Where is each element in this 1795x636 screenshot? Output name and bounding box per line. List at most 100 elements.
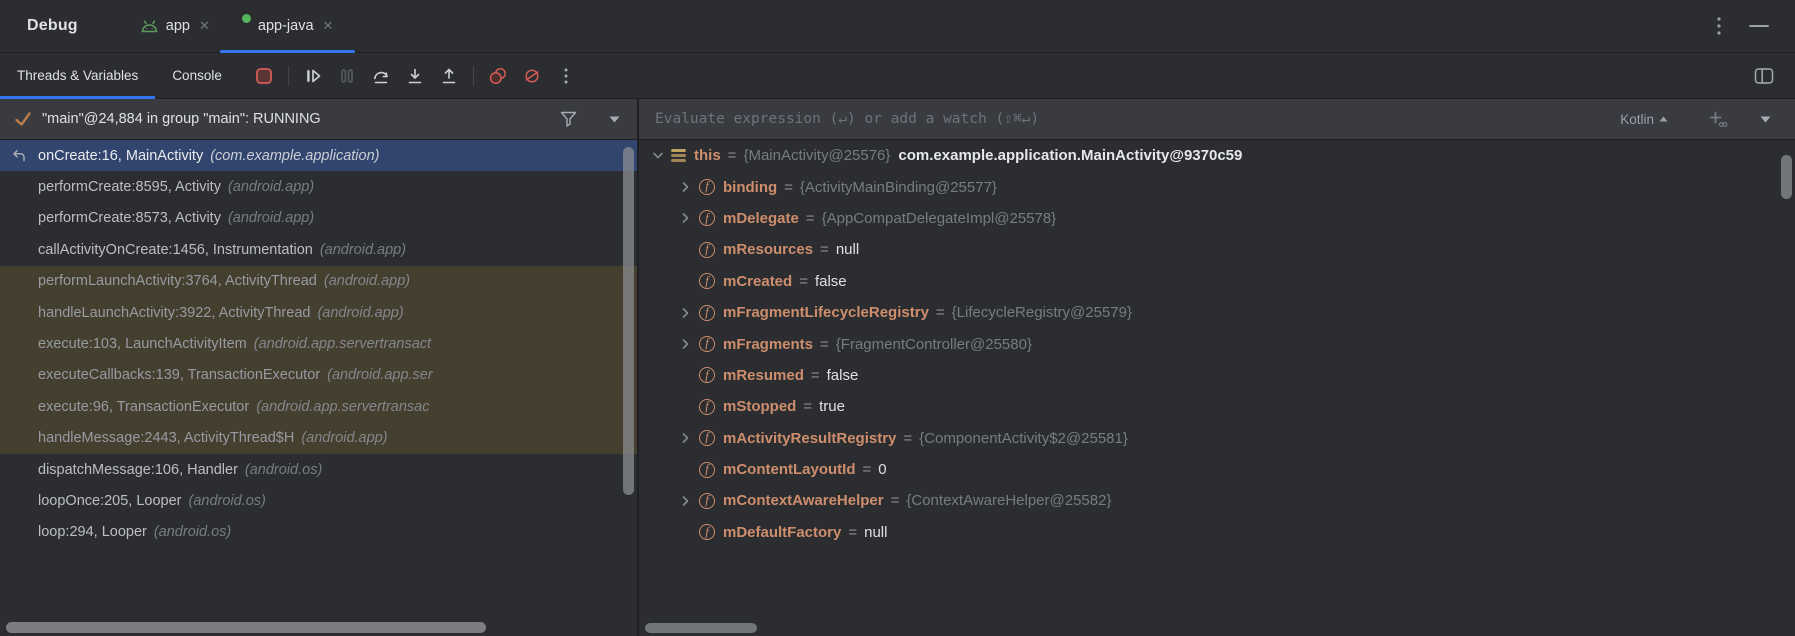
variable-row[interactable]: f mCreated = false [639,266,1795,297]
variable-row[interactable]: f mResumed = false [639,360,1795,391]
step-over-button[interactable] [371,66,391,86]
equals-sign: = [806,210,815,227]
variable-name: this [694,147,721,164]
chevron-icon[interactable] [677,275,694,287]
variable-name: mDelegate [723,210,799,227]
chevron-icon[interactable] [677,526,694,538]
frame-package: (android.app.servertransact [254,336,431,352]
stack-frame-row[interactable]: executeCallbacks:139, TransactionExecuto… [0,360,637,391]
variable-row[interactable]: f mStopped = true [639,391,1795,422]
chevron-icon[interactable] [677,181,694,193]
layout-settings-icon[interactable] [1754,66,1774,86]
tab-threads-variables[interactable]: Threads & Variables [0,53,155,98]
evaluate-expression-bar[interactable]: Evaluate expression (↵) or add a watch (… [639,99,1795,140]
view-breakpoints-button[interactable] [488,66,508,86]
frame-method: callActivityOnCreate:1456, Instrumentati… [38,242,313,258]
resume-button[interactable] [303,66,323,86]
field-icon: f [699,493,715,509]
stack-frame-row[interactable]: handleMessage:2443, ActivityThread$H (an… [0,423,637,454]
equals-sign: = [903,430,912,447]
mute-breakpoints-button[interactable] [522,66,542,86]
stack-frame-row[interactable]: execute:96, TransactionExecutor (android… [0,391,637,422]
chevron-icon[interactable] [677,495,694,507]
variable-row[interactable]: f mDelegate = {AppCompatDelegateImpl@255… [639,203,1795,234]
chevron-down-icon[interactable] [609,116,620,123]
variable-value: false [815,273,847,290]
stack-frame-row[interactable]: performCreate:8573, Activity (android.ap… [0,203,637,234]
language-selector[interactable]: Kotlin [1620,112,1654,127]
step-into-button[interactable] [405,66,425,86]
variable-name: mFragments [723,336,813,353]
variable-row[interactable]: f mContextAwareHelper = {ContextAwareHel… [639,485,1795,516]
frame-method: handleLaunchActivity:3922, ActivityThrea… [38,305,310,321]
add-watch-icon[interactable] [1708,110,1728,128]
toolbar-divider [473,66,474,86]
stack-frames-list: onCreate:16, MainActivity (com.example.a… [0,140,637,548]
variable-row[interactable]: f mContentLayoutId = 0 [639,454,1795,485]
equals-sign: = [811,367,820,384]
stack-frame-row[interactable]: performCreate:8595, Activity (android.ap… [0,171,637,202]
pause-button[interactable] [337,66,357,86]
horizontal-scrollbar[interactable] [645,623,757,633]
equals-sign: = [863,461,872,478]
thread-selector[interactable]: "main"@24,884 in group "main": RUNNING [0,99,637,140]
evaluate-bar-actions: Kotlin [1620,110,1771,128]
close-icon[interactable]: ✕ [199,18,210,34]
chevron-icon[interactable] [677,464,694,476]
tab-label: Threads & Variables [17,68,138,83]
variable-row[interactable]: f mResources = null [639,234,1795,265]
filter-icon[interactable] [560,111,577,127]
frame-method: performCreate:8573, Activity [38,210,221,226]
variable-row[interactable]: f mFragmentLifecycleRegistry = {Lifecycl… [639,297,1795,328]
stack-frame-row[interactable]: loopOnce:205, Looper (android.os) [0,485,637,516]
language-caret-icon[interactable] [1659,116,1668,122]
equals-sign: = [799,273,808,290]
chevron-icon[interactable] [677,307,694,319]
variable-name: mResources [723,241,813,258]
close-icon[interactable]: ✕ [323,18,334,34]
equals-sign: = [820,336,829,353]
chevron-icon[interactable] [677,244,694,256]
step-out-button[interactable] [439,66,459,86]
tab-console[interactable]: Console [155,53,239,98]
variable-row[interactable]: f this = {MainActivity@25576} com.exampl… [639,140,1795,171]
chevron-icon[interactable] [677,369,694,381]
more-options-icon[interactable] [1717,17,1721,35]
variable-name: mContentLayoutId [723,461,856,478]
chevron-icon[interactable] [677,401,694,413]
stack-frame-row[interactable]: dispatchMessage:106, Handler (android.os… [0,454,637,485]
chevron-down-icon[interactable] [1760,116,1771,123]
stack-frame-row[interactable]: callActivityOnCreate:1456, Instrumentati… [0,234,637,265]
frame-package: (android.os) [189,493,266,509]
vertical-scrollbar[interactable] [623,147,634,495]
stack-frame-row[interactable]: performLaunchActivity:3764, ActivityThre… [0,266,637,297]
vertical-scrollbar[interactable] [1781,155,1792,199]
frame-package: (android.app) [301,430,387,446]
field-icon: f [699,273,715,289]
frame-package: (android.app) [320,242,406,258]
chevron-icon[interactable] [677,338,694,350]
chevron-icon[interactable] [649,151,666,160]
variable-row[interactable]: f mFragments = {FragmentController@25580… [639,328,1795,359]
tab-app-java[interactable]: app-java ✕ [226,0,350,52]
chevron-icon[interactable] [677,432,694,444]
stop-button[interactable] [254,66,274,86]
variable-row[interactable]: f mActivityResultRegistry = {ComponentAc… [639,423,1795,454]
minimize-icon[interactable] [1749,25,1769,27]
variable-value: {AppCompatDelegateImpl@25578} [822,210,1057,227]
stack-frame-row[interactable]: execute:103, LaunchActivityItem (android… [0,328,637,359]
titlebar-actions [1717,17,1769,35]
frame-package: (android.app) [228,179,314,195]
evaluate-expression-input[interactable]: Evaluate expression (↵) or add a watch (… [655,111,1039,127]
horizontal-scrollbar[interactable] [6,622,486,633]
tab-app[interactable]: app ✕ [124,0,226,52]
more-options-icon[interactable] [556,66,576,86]
stack-frame-row[interactable]: loop:294, Looper (android.os) [0,517,637,548]
variable-row[interactable]: f binding = {ActivityMainBinding@25577} [639,171,1795,202]
variable-name: binding [723,179,777,196]
stack-frame-row[interactable]: handleLaunchActivity:3922, ActivityThrea… [0,297,637,328]
stack-frame-row[interactable]: onCreate:16, MainActivity (com.example.a… [0,140,637,171]
frame-method: performLaunchActivity:3764, ActivityThre… [38,273,317,289]
variable-row[interactable]: f mDefaultFactory = null [639,517,1795,548]
chevron-icon[interactable] [677,212,694,224]
